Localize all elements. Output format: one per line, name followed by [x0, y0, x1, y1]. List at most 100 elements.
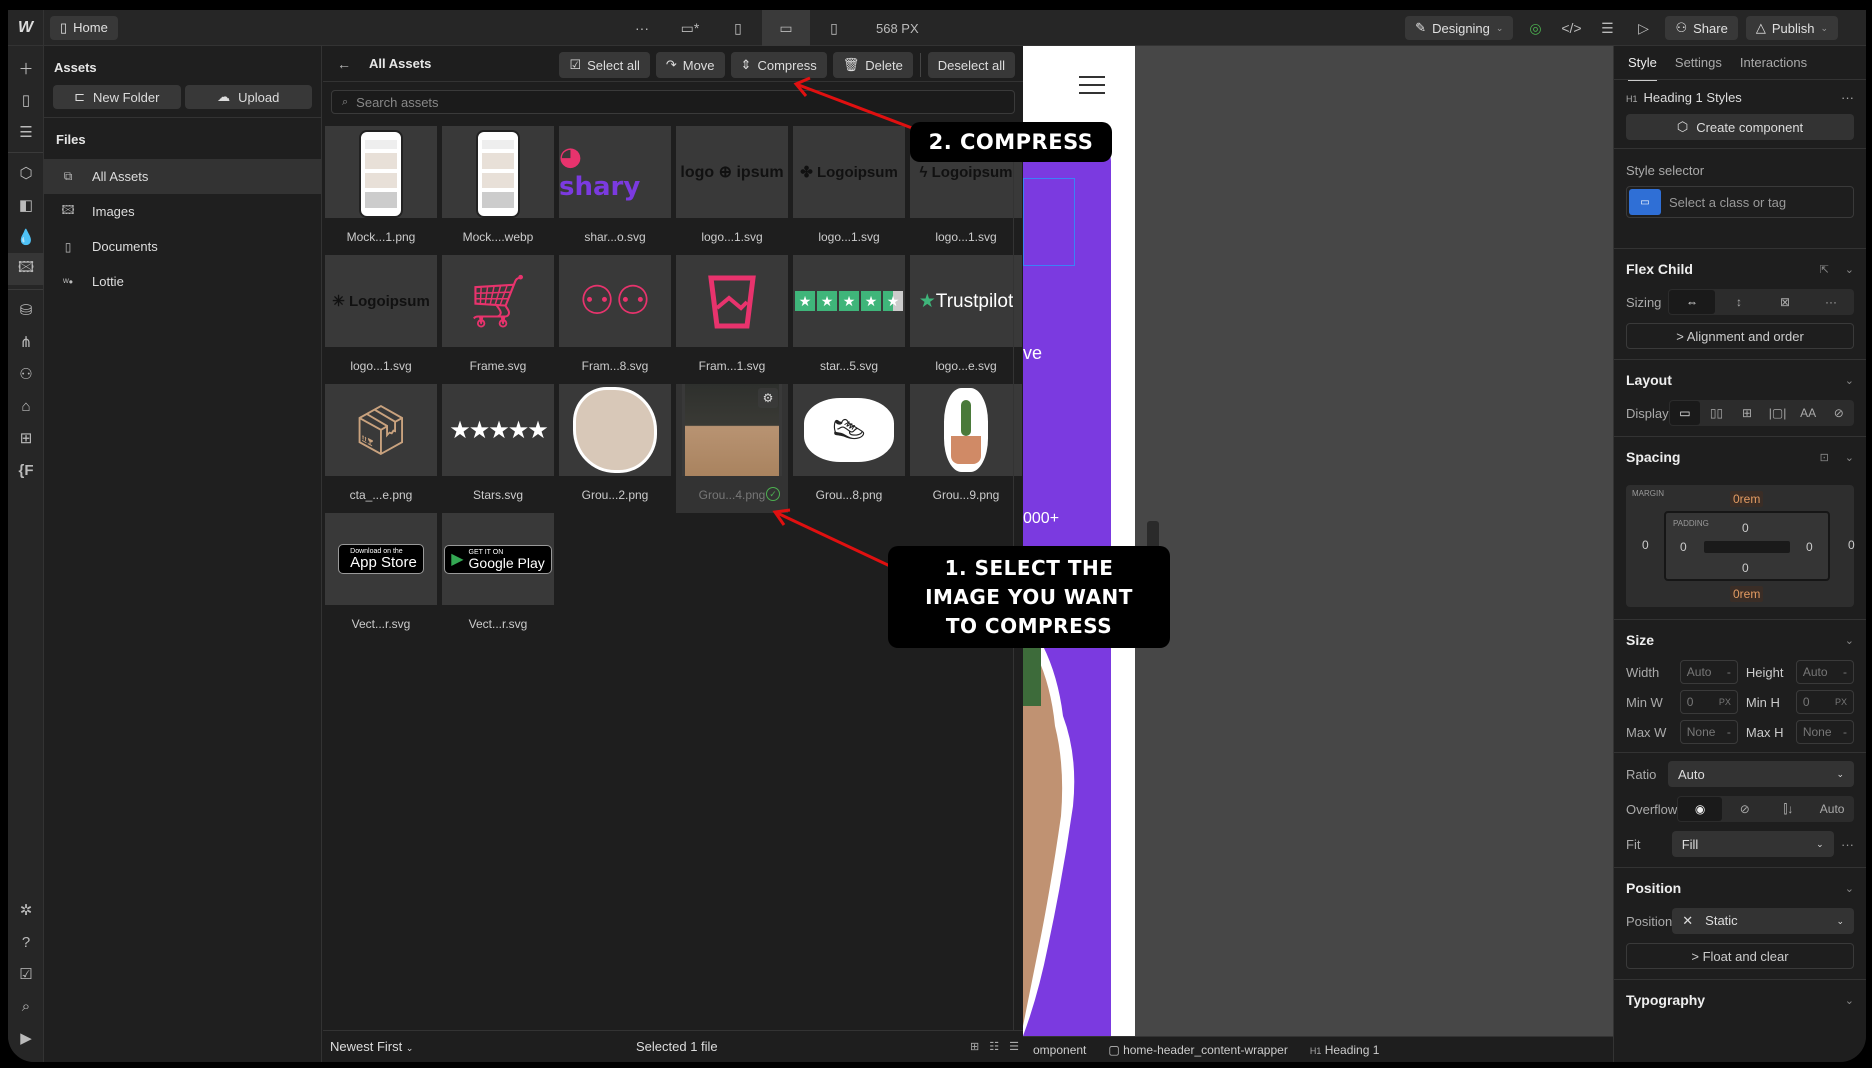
users-icon[interactable]: ⚇ — [8, 358, 44, 390]
cms-icon[interactable]: ⛁ — [8, 294, 44, 326]
display-flex-icon[interactable]: ▯▯ — [1701, 401, 1732, 425]
design-canvas[interactable]: ve 000+ — [1023, 46, 1613, 1036]
more-options-icon[interactable]: ··· — [1841, 837, 1854, 852]
comments-icon[interactable]: ☰ — [1593, 14, 1621, 42]
compact-list-icon[interactable]: ☰ — [1009, 1040, 1019, 1053]
chevron-down-icon[interactable]: ⌄ — [1845, 264, 1854, 276]
tab-style[interactable]: Style — [1628, 55, 1657, 81]
sort-dropdown[interactable]: Newest First ⌄ — [330, 1039, 413, 1054]
asset-tile[interactable]: 👟︎ Grou...8.png — [793, 384, 905, 513]
search-icon[interactable]: ⌕ — [8, 990, 44, 1022]
margin-top-value[interactable]: 0rem — [1730, 491, 1764, 507]
alignment-order-button[interactable]: > Alignment and order — [1626, 323, 1854, 349]
style-selector-input[interactable]: ▭ Select a class or tag — [1626, 186, 1854, 218]
tab-settings[interactable]: Settings — [1675, 55, 1722, 70]
selected-check-icon[interactable]: ✓ — [766, 487, 780, 501]
chevron-down-icon[interactable]: ⌄ — [1845, 452, 1854, 464]
pages-icon[interactable]: ▯ — [8, 84, 44, 116]
tablet-breakpoint-icon[interactable]: ▯ — [714, 10, 762, 46]
ecommerce-icon[interactable]: ⌂ — [8, 390, 44, 422]
position-dropdown[interactable]: ✕ Static ⌄ — [1672, 908, 1854, 934]
style-selectors-icon[interactable]: ◧ — [8, 189, 44, 221]
asset-tile[interactable]: Grou...9.png — [910, 384, 1022, 513]
margin-bottom-value[interactable]: 0rem — [1730, 586, 1764, 602]
back-arrow-icon[interactable]: ← — [337, 56, 351, 72]
folder-all-assets[interactable]: ⧉ All Assets — [44, 159, 321, 194]
asset-tile[interactable]: ★★★★★ Stars.svg — [442, 384, 554, 513]
fit-dropdown[interactable]: Fill ⌄ — [1671, 831, 1834, 857]
chevron-down-icon[interactable]: ⌄ — [1845, 882, 1854, 895]
asset-tile[interactable]: ⚙ Grou...4.png ✓ — [676, 384, 788, 513]
more-breakpoints-button[interactable]: ··· — [618, 10, 666, 46]
chevron-down-icon[interactable]: ⌄ — [1845, 994, 1854, 1007]
margin-left-value[interactable]: 0 — [1642, 538, 1649, 552]
asset-tile[interactable]: ▶ GET IT ON Google Play Vect...r.svg — [442, 513, 554, 642]
settings-icon[interactable]: ✲ — [8, 894, 44, 926]
parent-link-icon[interactable]: ⇱ — [1820, 264, 1829, 276]
folder-documents[interactable]: ▯ Documents — [44, 229, 321, 264]
help-icon[interactable]: ? — [8, 926, 44, 958]
margin-right-value[interactable]: 0 — [1848, 538, 1855, 552]
grid-view-icon[interactable]: ⊞ — [970, 1040, 979, 1053]
display-grid-icon[interactable]: ⊞ — [1732, 401, 1763, 425]
asset-tile[interactable]: Mock....webp — [442, 126, 554, 255]
more-options-icon[interactable]: ··· — [1841, 90, 1854, 105]
asset-tile[interactable]: ✳ Logoipsum logo...1.svg — [325, 255, 437, 384]
apps-icon[interactable]: ⊞ — [8, 422, 44, 454]
status-check-icon[interactable]: ◎ — [1521, 14, 1549, 42]
max-height-input[interactable]: None - — [1795, 720, 1854, 744]
min-width-input[interactable]: 0 PX — [1679, 690, 1738, 714]
publish-button[interactable]: △ Publish ⌄ — [1745, 16, 1838, 40]
overflow-auto-option[interactable]: Auto — [1810, 797, 1854, 821]
max-width-input[interactable]: None - — [1679, 720, 1738, 744]
add-elements-icon[interactable]: ＋ — [8, 52, 44, 84]
create-component-button[interactable]: ⬡ Create component — [1626, 114, 1854, 140]
asset-tile[interactable]: 📦︎ cta_...e.png — [325, 384, 437, 513]
sizing-more-icon[interactable]: ··· — [1808, 290, 1854, 314]
logic-icon[interactable]: ⋔ — [8, 326, 44, 358]
upload-button[interactable]: ☁ Upload — [184, 85, 312, 109]
asset-tile[interactable]: Fram...1.svg — [676, 255, 788, 384]
asset-tile[interactable]: ★Trustpilot logo...e.svg — [910, 255, 1022, 384]
desktop-breakpoint-icon[interactable]: ▭* — [666, 10, 714, 46]
search-assets-input[interactable]: ⌕ Search assets — [331, 90, 1015, 114]
hamburger-menu-icon[interactable] — [1079, 76, 1105, 100]
asset-tile[interactable]: ⚇⚇ Fram...8.svg — [559, 255, 671, 384]
asset-tile[interactable]: ◕ shary shar...o.svg — [559, 126, 671, 255]
finsweet-icon[interactable]: {F — [8, 454, 44, 486]
share-button[interactable]: ⚇ Share — [1665, 16, 1738, 40]
mobile-landscape-breakpoint-icon[interactable]: ▭ — [762, 10, 810, 46]
breadcrumb-item[interactable]: ▢ home-header_content-wrapper — [1108, 1043, 1287, 1057]
asset-tile[interactable]: ✤ Logoipsum logo...1.svg — [793, 126, 905, 255]
display-none-icon[interactable]: ⊘ — [1823, 401, 1854, 425]
width-input[interactable]: Auto - — [1679, 660, 1738, 684]
components-icon[interactable]: ⬡ — [8, 157, 44, 189]
asset-tile[interactable]: 🛒︎ Frame.svg — [442, 255, 554, 384]
sizing-shrink-icon[interactable]: ⇔ — [1669, 290, 1715, 314]
min-height-input[interactable]: 0 PX — [1795, 690, 1854, 714]
select-all-button[interactable]: ☑ Select all — [559, 52, 650, 78]
variables-icon[interactable]: 💧 — [8, 221, 44, 253]
display-inline-block-icon[interactable]: |▢| — [1762, 401, 1793, 425]
display-inline-icon[interactable]: AA — [1793, 401, 1824, 425]
mobile-portrait-breakpoint-icon[interactable]: ▯ — [810, 10, 858, 46]
padding-right-value[interactable]: 0 — [1806, 540, 1813, 554]
folder-images[interactable]: 🖾 Images — [44, 194, 321, 229]
chevron-down-icon[interactable]: ⌄ — [1845, 634, 1854, 647]
asset-tile[interactable]: Mock...1.png — [325, 126, 437, 255]
float-clear-button[interactable]: > Float and clear — [1626, 943, 1854, 969]
code-icon[interactable]: </> — [1557, 14, 1585, 42]
folder-lottie[interactable]: ʷ• Lottie — [44, 264, 321, 299]
asset-settings-gear-icon[interactable]: ⚙ — [758, 388, 778, 408]
asset-tile[interactable]: Grou...2.png — [559, 384, 671, 513]
padding-left-value[interactable]: 0 — [1680, 540, 1687, 554]
display-block-icon[interactable]: ▭ — [1669, 401, 1701, 425]
tab-interactions[interactable]: Interactions — [1740, 55, 1807, 70]
video-tutorials-icon[interactable]: ▶ — [8, 1022, 44, 1054]
breadcrumb-item[interactable]: H1 Heading 1 — [1310, 1043, 1380, 1057]
asset-tile[interactable]: Download on the App Store Vect...r.svg — [325, 513, 437, 642]
height-input[interactable]: Auto - — [1795, 660, 1854, 684]
padding-bottom-value[interactable]: 0 — [1742, 561, 1749, 575]
webflow-logo-icon[interactable]: W — [8, 10, 44, 46]
list-view-icon[interactable]: ☷ — [989, 1040, 999, 1053]
